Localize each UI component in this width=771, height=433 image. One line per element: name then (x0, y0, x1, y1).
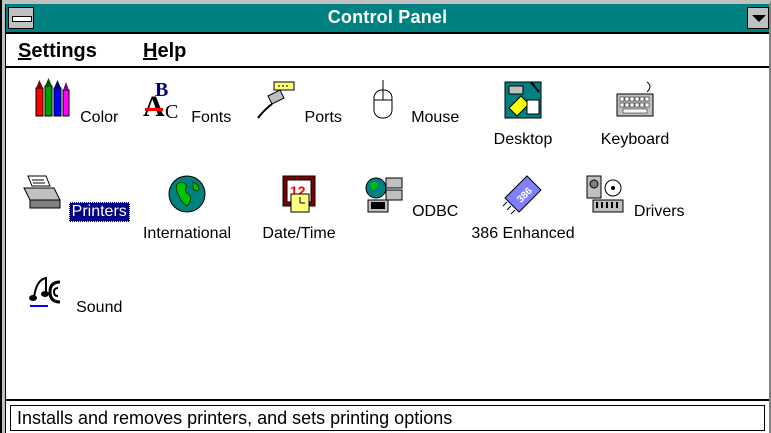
icon-item-odbc[interactable]: ODBC (356, 172, 466, 221)
fonts-icon: A B C (143, 79, 178, 123)
svg-text:B: B (155, 79, 168, 101)
icon-label-date-time: Date/Time (262, 225, 336, 242)
icon-item-printers[interactable]: Printers (20, 172, 130, 222)
icon-item-desktop[interactable]: Desktop (468, 78, 578, 149)
icon-label-ports: Ports (304, 109, 342, 126)
minimize-arrow-icon (752, 15, 766, 22)
icon-item-fonts[interactable]: A B C Fonts (132, 78, 242, 127)
odbc-icon (365, 177, 403, 213)
minimize-button[interactable] (747, 7, 769, 29)
icon-item-keyboard[interactable]: Keyboard (580, 78, 690, 149)
icon-item-date-time[interactable]: 12 Date/Time (244, 172, 354, 243)
window-title: Control Panel (327, 7, 448, 27)
icon-label-keyboard: Keyboard (600, 131, 670, 148)
status-bar: Installs and removes printers, and sets … (6, 399, 769, 433)
menu-help[interactable]: Help (143, 40, 186, 63)
icon-label-sound: Sound (76, 299, 123, 316)
icon-label-international: International (142, 225, 232, 242)
color-icon (35, 78, 70, 117)
icon-item-sound[interactable]: Sound (20, 268, 130, 317)
status-text: Installs and removes printers, and sets … (10, 405, 765, 431)
international-icon (168, 175, 206, 213)
menu-settings[interactable]: Settings (18, 40, 97, 63)
icon-item-mouse[interactable]: Mouse (356, 78, 466, 127)
desktop-icon (504, 81, 542, 119)
sound-icon (28, 276, 60, 307)
date-time-icon: 12 (282, 175, 316, 213)
keyboard-icon (616, 81, 654, 117)
icon-label-386-enhanced: 386 Enhanced (471, 225, 575, 242)
icon-label-printers: Printers (68, 202, 130, 222)
ports-icon (257, 81, 295, 119)
386-enhanced-icon: 386 (502, 175, 542, 215)
menu-settings-label: Settings (18, 40, 97, 62)
icon-label-color: Color (80, 109, 119, 126)
mouse-icon (373, 80, 393, 119)
icon-item-international[interactable]: International (132, 172, 242, 243)
icon-label-drivers: Drivers (633, 203, 685, 220)
title-bar[interactable]: Control Panel (6, 4, 769, 34)
icon-label-odbc: ODBC (412, 203, 459, 220)
printers-icon (23, 175, 62, 209)
icon-item-drivers[interactable]: Drivers (580, 172, 690, 221)
menu-help-label: Help (143, 40, 187, 62)
icon-label-fonts: Fonts (191, 109, 232, 126)
drivers-icon (586, 175, 624, 213)
svg-text:C: C (165, 101, 178, 122)
icon-label-mouse: Mouse (411, 109, 460, 126)
icon-label-desktop: Desktop (493, 131, 553, 148)
icon-grid: Color A B C Fonts Ports Mouse Desktop Ke… (6, 68, 769, 394)
menu-bar: Settings Help (6, 34, 769, 68)
icon-item-386-enhanced[interactable]: 386 386 Enhanced (468, 172, 578, 243)
icon-item-color[interactable]: Color (20, 78, 130, 127)
icon-item-ports[interactable]: Ports (244, 78, 354, 127)
window-left-edge (0, 0, 2, 433)
